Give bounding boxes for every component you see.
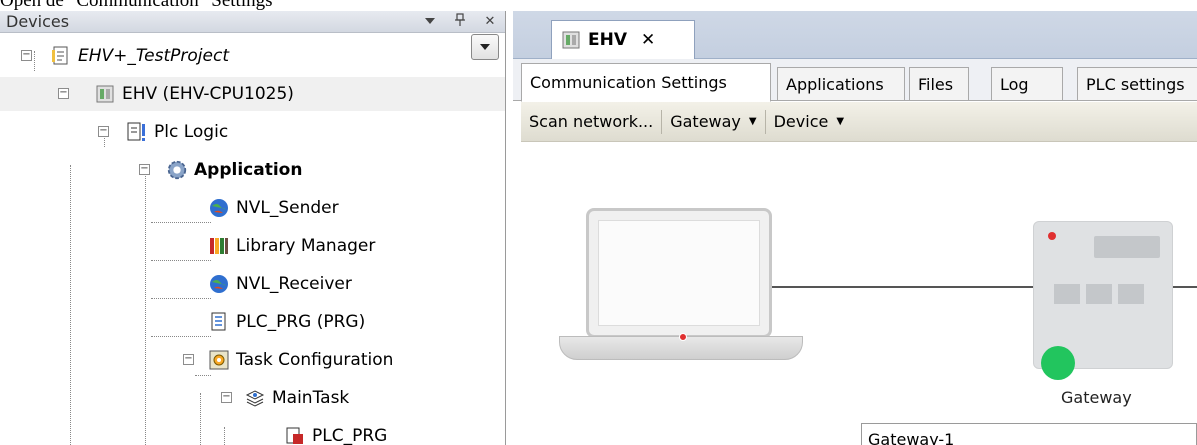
- gateway-menu-label: Gateway: [670, 112, 741, 131]
- gateway-label: Gateway: [1061, 388, 1132, 407]
- computer-icon: [586, 208, 772, 338]
- tree-item-library-manager[interactable]: Library Manager: [208, 229, 375, 263]
- devices-panel-header: Devices ✕: [0, 11, 505, 33]
- main-task-icon: [244, 387, 266, 409]
- panel-menu-icon[interactable]: [415, 14, 445, 29]
- tree-item-label: Library Manager: [236, 236, 376, 256]
- tab-ehv[interactable]: EHV ✕: [551, 20, 695, 59]
- tab-plc-settings[interactable]: PLC settings: [1077, 67, 1197, 101]
- tree-item-label: Task Configuration: [236, 350, 394, 370]
- project-icon: [50, 45, 72, 67]
- gateway-led-red: [1048, 232, 1056, 240]
- network-variable-list-icon: [208, 197, 230, 219]
- caret-down-icon: ▼: [836, 116, 845, 127]
- tab-log[interactable]: Log: [991, 67, 1063, 101]
- tree-item-label: EHV (EHV-CPU1025): [122, 84, 294, 104]
- scan-network-button[interactable]: Scan network...: [521, 112, 661, 131]
- close-panel-icon[interactable]: ✕: [475, 14, 505, 29]
- network-variable-list-icon: [208, 273, 230, 295]
- device-editor-tabs: Communication Settings Applications File…: [513, 59, 1197, 102]
- devices-panel: Devices ✕ − EHV+_TestProject EHV (EHV-CP…: [0, 11, 506, 445]
- computer-status-dot: [679, 333, 687, 341]
- tree-item-project[interactable]: EHV+_TestProject: [50, 39, 229, 73]
- pin-icon[interactable]: [445, 12, 475, 31]
- gateway-menu-button[interactable]: Gateway ▼: [662, 112, 764, 131]
- tree-item-label: MainTask: [272, 388, 350, 408]
- tree-dropdown-button[interactable]: [471, 34, 499, 60]
- tree-item-label: Application: [194, 160, 303, 180]
- tab-files[interactable]: Files: [909, 67, 969, 101]
- tree-item-nvl-sender[interactable]: NVL_Sender: [208, 191, 339, 225]
- device-menu-button[interactable]: Device ▼: [766, 112, 852, 131]
- tree-item-label: NVL_Receiver: [236, 274, 352, 294]
- device-tree: − EHV+_TestProject EHV (EHV-CPU1025) − −…: [0, 33, 505, 445]
- tree-item-main-task[interactable]: MainTask: [244, 381, 349, 415]
- tree-item-task-configuration[interactable]: Task Configuration: [208, 343, 393, 377]
- document-tab-strip: EHV ✕: [513, 11, 1197, 59]
- tree-item-label: PLC_PRG: [312, 426, 388, 445]
- collapse-toggle-task-configuration[interactable]: −: [183, 354, 194, 365]
- tab-applications[interactable]: Applications: [777, 67, 905, 101]
- tree-item-application[interactable]: Application: [166, 153, 302, 187]
- tree-item-label: PLC_PRG (PRG): [236, 312, 366, 332]
- tree-item-device[interactable]: EHV (EHV-CPU1025): [0, 77, 505, 111]
- editor-area: EHV ✕ Communication Settings Application…: [513, 11, 1197, 445]
- tree-item-plc-prg[interactable]: PLC_PRG (PRG): [208, 305, 365, 339]
- tab-ehv-label: EHV: [588, 30, 627, 50]
- application-gear-icon: [166, 159, 188, 181]
- tree-item-label: EHV+_TestProject: [78, 46, 229, 66]
- chevron-down-icon: [480, 44, 490, 50]
- task-configuration-icon: [208, 349, 230, 371]
- tree-item-label: Plc Logic: [154, 122, 229, 142]
- program-document-icon: [208, 311, 230, 333]
- communication-diagram: Gateway Gateway-1: [521, 143, 1197, 445]
- library-manager-icon: [208, 235, 230, 257]
- tree-item-nvl-receiver[interactable]: NVL_Receiver: [208, 267, 352, 301]
- tree-item-plc-logic[interactable]: Plc Logic: [126, 115, 228, 149]
- plc-logic-icon: [126, 121, 148, 143]
- collapse-toggle-main-task[interactable]: −: [221, 392, 232, 403]
- tree-item-plc-prg-call[interactable]: PLC_PRG: [284, 419, 387, 445]
- device-menu-label: Device: [773, 112, 829, 131]
- devices-panel-title: Devices: [6, 12, 70, 31]
- plc-device-icon: [94, 83, 116, 105]
- tab-communication-settings[interactable]: Communication Settings: [521, 63, 771, 102]
- collapse-toggle-plc-logic[interactable]: −: [98, 126, 109, 137]
- gateway-status-icon: [1041, 346, 1075, 380]
- gateway-name-field[interactable]: Gateway-1: [861, 423, 1197, 445]
- collapse-toggle-device[interactable]: −: [58, 88, 69, 99]
- communication-toolbar: Scan network... Gateway ▼ Device ▼: [521, 102, 1197, 142]
- tree-item-label: NVL_Sender: [236, 198, 339, 218]
- collapse-toggle-application[interactable]: −: [139, 164, 150, 175]
- caret-down-icon: ▼: [748, 116, 757, 127]
- close-tab-icon[interactable]: ✕: [641, 30, 655, 50]
- page-heading: Open de "Communication" Settings: [0, 0, 273, 11]
- collapse-toggle-project[interactable]: −: [21, 50, 32, 61]
- plc-device-icon: [560, 29, 582, 51]
- program-call-icon: [284, 425, 306, 445]
